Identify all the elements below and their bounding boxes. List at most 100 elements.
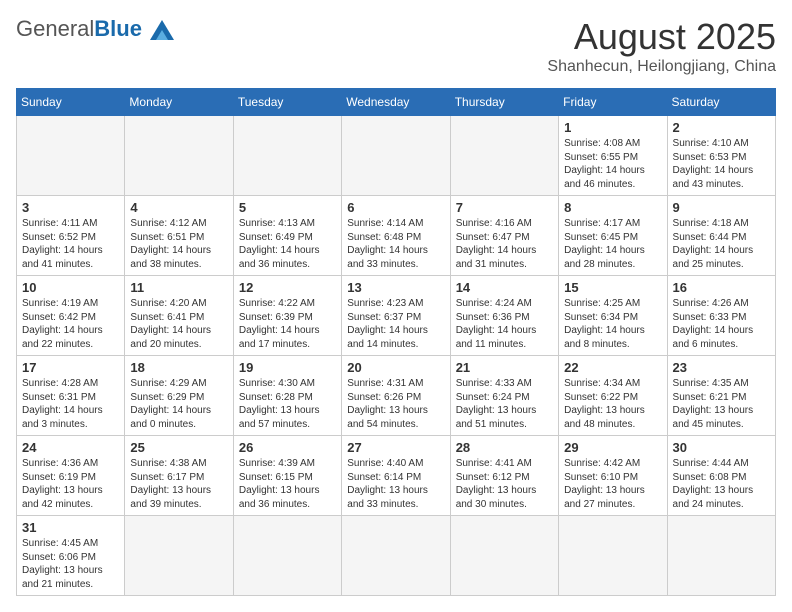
calendar-day-cell: 17 Sunrise: 4:28 AM Sunset: 6:31 PM Dayli… — [17, 356, 125, 436]
day-number: 17 — [22, 360, 119, 375]
calendar-day-cell: 5Sunrise: 4:13 AM Sunset: 6:49 PM Daylig… — [233, 196, 341, 276]
calendar-day-cell — [450, 516, 558, 596]
calendar-week-row: 17 Sunrise: 4:28 AM Sunset: 6:31 PM Dayli… — [17, 356, 776, 436]
weekday-header-saturday: Saturday — [667, 89, 775, 116]
day-info: Sunrise: 4:16 AM Sunset: 6:47 PM Dayligh… — [456, 217, 553, 271]
day-info: Sunrise: 4:23 AM Sunset: 6:37 PM Dayligh… — [347, 297, 444, 351]
calendar-day-cell — [233, 116, 341, 196]
weekday-header-thursday: Thursday — [450, 89, 558, 116]
calendar-week-row: 31 Sunrise: 4:45 AM Sunset: 6:06 PM Dayli… — [17, 516, 776, 596]
page-header: GeneralBlue August 2025 Shanhecun, Heilo… — [16, 16, 776, 76]
day-number: 25 — [130, 440, 227, 455]
calendar-week-row: 24 Sunrise: 4:36 AM Sunset: 6:19 PM Dayli… — [17, 436, 776, 516]
calendar-day-cell: 22 Sunrise: 4:34 AM Sunset: 6:22 PM Dayli… — [559, 356, 667, 436]
calendar-day-cell: 18 Sunrise: 4:29 AM Sunset: 6:29 PM Dayli… — [125, 356, 233, 436]
calendar-day-cell: 24 Sunrise: 4:36 AM Sunset: 6:19 PM Dayli… — [17, 436, 125, 516]
calendar-day-cell: 27 Sunrise: 4:40 AM Sunset: 6:14 PM Dayli… — [342, 436, 450, 516]
calendar-day-cell: 13Sunrise: 4:23 AM Sunset: 6:37 PM Dayli… — [342, 276, 450, 356]
day-number: 8 — [564, 200, 661, 215]
calendar-day-cell: 28 Sunrise: 4:41 AM Sunset: 6:12 PM Dayli… — [450, 436, 558, 516]
day-info: Sunrise: 4:18 AM Sunset: 6:44 PM Dayligh… — [673, 217, 770, 271]
day-info: Sunrise: 4:10 AM Sunset: 6:53 PM Dayligh… — [673, 137, 770, 191]
day-info: Sunrise: 4:45 AM Sunset: 6:06 PM Dayligh… — [22, 537, 119, 591]
day-number: 10 — [22, 280, 119, 295]
day-number: 31 — [22, 520, 119, 535]
day-number: 23 — [673, 360, 770, 375]
day-number: 18 — [130, 360, 227, 375]
calendar-day-cell — [450, 116, 558, 196]
day-info: Sunrise: 4:20 AM Sunset: 6:41 PM Dayligh… — [130, 297, 227, 351]
day-info: Sunrise: 4:34 AM Sunset: 6:22 PM Dayligh… — [564, 377, 661, 431]
calendar-day-cell: 10 Sunrise: 4:19 AM Sunset: 6:42 PM Dayli… — [17, 276, 125, 356]
calendar-week-row: 3 Sunrise: 4:11 AM Sunset: 6:52 PM Daylig… — [17, 196, 776, 276]
day-info: Sunrise: 4:25 AM Sunset: 6:34 PM Dayligh… — [564, 297, 661, 351]
day-number: 7 — [456, 200, 553, 215]
day-number: 28 — [456, 440, 553, 455]
calendar-week-row: 1 Sunrise: 4:08 AM Sunset: 6:55 PM Daylig… — [17, 116, 776, 196]
day-info: Sunrise: 4:42 AM Sunset: 6:10 PM Dayligh… — [564, 457, 661, 511]
day-info: Sunrise: 4:17 AM Sunset: 6:45 PM Dayligh… — [564, 217, 661, 271]
day-info: Sunrise: 4:41 AM Sunset: 6:12 PM Dayligh… — [456, 457, 553, 511]
calendar-day-cell: 16Sunrise: 4:26 AM Sunset: 6:33 PM Dayli… — [667, 276, 775, 356]
day-info: Sunrise: 4:11 AM Sunset: 6:52 PM Dayligh… — [22, 217, 119, 271]
day-number: 6 — [347, 200, 444, 215]
day-info: Sunrise: 4:08 AM Sunset: 6:55 PM Dayligh… — [564, 137, 661, 191]
calendar-day-cell — [342, 116, 450, 196]
calendar-day-cell: 30 Sunrise: 4:44 AM Sunset: 6:08 PM Dayli… — [667, 436, 775, 516]
day-info: Sunrise: 4:35 AM Sunset: 6:21 PM Dayligh… — [673, 377, 770, 431]
day-number: 12 — [239, 280, 336, 295]
weekday-header-friday: Friday — [559, 89, 667, 116]
day-number: 29 — [564, 440, 661, 455]
calendar-day-cell: 19Sunrise: 4:30 AM Sunset: 6:28 PM Dayli… — [233, 356, 341, 436]
day-number: 9 — [673, 200, 770, 215]
day-number: 4 — [130, 200, 227, 215]
day-info: Sunrise: 4:26 AM Sunset: 6:33 PM Dayligh… — [673, 297, 770, 351]
calendar-day-cell: 11 Sunrise: 4:20 AM Sunset: 6:41 PM Dayli… — [125, 276, 233, 356]
day-info: Sunrise: 4:31 AM Sunset: 6:26 PM Dayligh… — [347, 377, 444, 431]
calendar-day-cell: 15 Sunrise: 4:25 AM Sunset: 6:34 PM Dayli… — [559, 276, 667, 356]
calendar-day-cell — [233, 516, 341, 596]
day-number: 27 — [347, 440, 444, 455]
day-number: 30 — [673, 440, 770, 455]
day-info: Sunrise: 4:44 AM Sunset: 6:08 PM Dayligh… — [673, 457, 770, 511]
day-info: Sunrise: 4:14 AM Sunset: 6:48 PM Dayligh… — [347, 217, 444, 271]
day-number: 21 — [456, 360, 553, 375]
day-number: 2 — [673, 120, 770, 135]
day-info: Sunrise: 4:36 AM Sunset: 6:19 PM Dayligh… — [22, 457, 119, 511]
logo-icon — [146, 18, 174, 40]
day-info: Sunrise: 4:12 AM Sunset: 6:51 PM Dayligh… — [130, 217, 227, 271]
calendar-day-cell — [125, 116, 233, 196]
logo-general: General — [16, 16, 94, 42]
day-info: Sunrise: 4:38 AM Sunset: 6:17 PM Dayligh… — [130, 457, 227, 511]
calendar-day-cell: 2 Sunrise: 4:10 AM Sunset: 6:53 PM Daylig… — [667, 116, 775, 196]
day-info: Sunrise: 4:40 AM Sunset: 6:14 PM Dayligh… — [347, 457, 444, 511]
day-info: Sunrise: 4:19 AM Sunset: 6:42 PM Dayligh… — [22, 297, 119, 351]
calendar-day-cell: 4 Sunrise: 4:12 AM Sunset: 6:51 PM Daylig… — [125, 196, 233, 276]
day-info: Sunrise: 4:22 AM Sunset: 6:39 PM Dayligh… — [239, 297, 336, 351]
calendar-day-cell: 29 Sunrise: 4:42 AM Sunset: 6:10 PM Dayli… — [559, 436, 667, 516]
day-number: 14 — [456, 280, 553, 295]
calendar-day-cell: 26Sunrise: 4:39 AM Sunset: 6:15 PM Dayli… — [233, 436, 341, 516]
day-number: 24 — [22, 440, 119, 455]
day-number: 22 — [564, 360, 661, 375]
day-number: 19 — [239, 360, 336, 375]
calendar-day-cell: 9 Sunrise: 4:18 AM Sunset: 6:44 PM Daylig… — [667, 196, 775, 276]
calendar-day-cell — [342, 516, 450, 596]
month-year-title: August 2025 — [547, 16, 776, 58]
calendar-day-cell: 8 Sunrise: 4:17 AM Sunset: 6:45 PM Daylig… — [559, 196, 667, 276]
day-info: Sunrise: 4:29 AM Sunset: 6:29 PM Dayligh… — [130, 377, 227, 431]
location-subtitle: Shanhecun, Heilongjiang, China — [547, 58, 776, 76]
calendar-table: SundayMondayTuesdayWednesdayThursdayFrid… — [16, 88, 776, 596]
logo-blue: Blue — [94, 16, 142, 42]
day-number: 1 — [564, 120, 661, 135]
day-info: Sunrise: 4:28 AM Sunset: 6:31 PM Dayligh… — [22, 377, 119, 431]
day-info: Sunrise: 4:39 AM Sunset: 6:15 PM Dayligh… — [239, 457, 336, 511]
day-number: 15 — [564, 280, 661, 295]
calendar-day-cell — [559, 516, 667, 596]
day-number: 11 — [130, 280, 227, 295]
weekday-header-sunday: Sunday — [17, 89, 125, 116]
calendar-day-cell — [667, 516, 775, 596]
title-area: August 2025 Shanhecun, Heilongjiang, Chi… — [547, 16, 776, 76]
calendar-day-cell: 25 Sunrise: 4:38 AM Sunset: 6:17 PM Dayli… — [125, 436, 233, 516]
day-number: 3 — [22, 200, 119, 215]
